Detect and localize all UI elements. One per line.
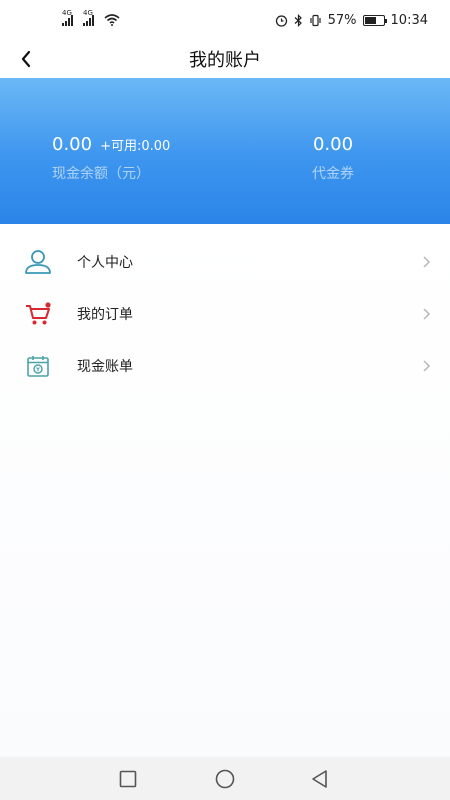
recents-button[interactable] [119, 770, 137, 788]
back-nav-button[interactable] [310, 769, 330, 789]
menu-item-label: 我的订单 [77, 307, 133, 323]
voucher-label: 代金券 [312, 166, 354, 182]
menu-item-personal-center[interactable]: 个人中心 [0, 236, 450, 288]
status-bar: 4G 4G 57% 10:34 [0, 0, 450, 40]
page-title: 我的账户 [189, 50, 261, 71]
chevron-right-icon [423, 360, 431, 372]
clock: 10:34 [390, 12, 428, 28]
network-type-2: 4G [83, 9, 93, 17]
person-icon [24, 248, 52, 276]
menu-item-label: 个人中心 [77, 255, 133, 271]
vibrate-icon [310, 14, 321, 26]
home-button[interactable] [214, 769, 236, 789]
network-type-1: 4G [62, 9, 72, 17]
menu-item-label: 现金账单 [77, 359, 133, 375]
battery-icon [362, 14, 387, 26]
account-summary-header: 0.00 +可用:0.00 现金余额（元） 0.00 代金券 [0, 78, 450, 224]
bluetooth-icon [294, 13, 302, 27]
voucher-block[interactable]: 0.00 代金券 [312, 134, 354, 183]
calendar-bill-icon [24, 352, 52, 380]
chevron-left-icon [21, 50, 31, 68]
signal-icon-2: 4G [83, 9, 94, 26]
available-amount: +可用:0.00 [100, 139, 171, 154]
back-button[interactable] [20, 40, 50, 78]
chevron-right-icon [423, 308, 431, 320]
menu-item-my-orders[interactable]: 我的订单 [0, 288, 450, 340]
menu-list: 个人中心 我的订单 现金账单 [0, 224, 450, 757]
status-left: 4G 4G [62, 9, 120, 26]
voucher-amount: 0.00 [312, 134, 354, 155]
battery-percent: 57% [327, 12, 357, 28]
signal-icon-1: 4G [62, 9, 73, 26]
menu-item-cash-bill[interactable]: 现金账单 [0, 340, 450, 392]
status-right: 57% 10:34 [275, 13, 428, 28]
cash-balance-label: 现金余额（元） [52, 166, 150, 182]
alarm-icon [275, 14, 287, 27]
system-navigation-bar [0, 757, 450, 800]
wifi-icon [104, 14, 120, 26]
chevron-right-icon [423, 256, 431, 268]
cash-balance-amount: 0.00 [52, 134, 93, 155]
nav-bar: 我的账户 [0, 40, 450, 78]
cash-balance-block: 0.00 +可用:0.00 现金余额（元） [52, 134, 170, 183]
shopping-cart-icon [24, 300, 52, 328]
